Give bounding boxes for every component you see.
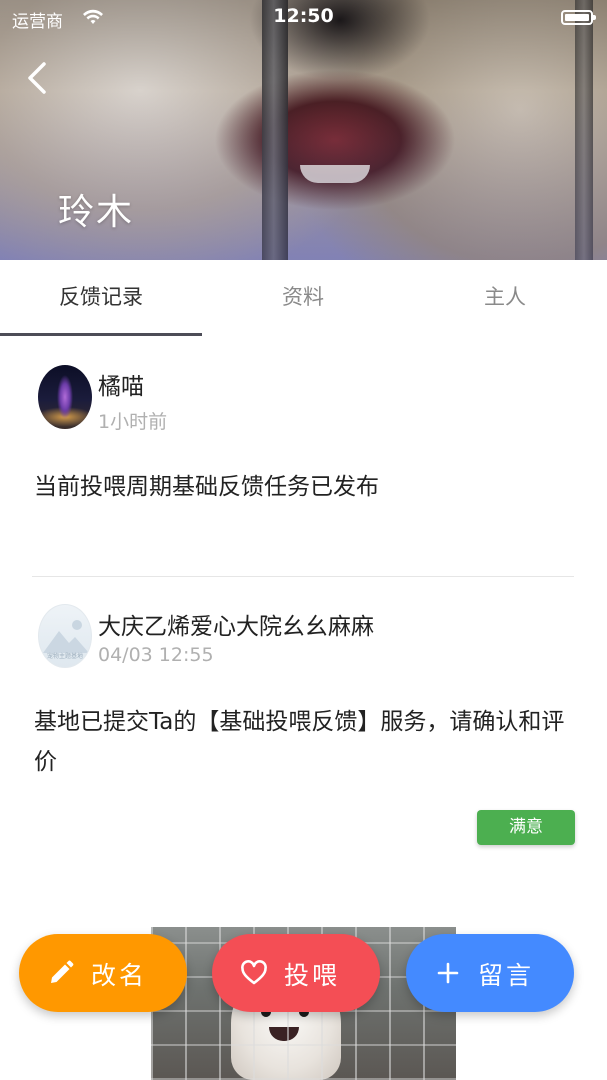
tab-owner[interactable]: 主人 bbox=[404, 260, 606, 337]
rating-badge[interactable]: 满意 bbox=[477, 810, 575, 845]
post-content: 当前投喂周期基础反馈任务已发布 bbox=[34, 474, 379, 500]
clock: 12:50 bbox=[273, 5, 334, 27]
heart-icon bbox=[241, 960, 267, 985]
feed-item: 橘喵 1小时前 当前投喂周期基础反馈任务已发布 bbox=[0, 337, 607, 577]
avatar-caption: 宠物主题基地 bbox=[46, 653, 83, 660]
pencil-icon bbox=[51, 960, 74, 983]
post-time: 1小时前 bbox=[98, 411, 168, 433]
tab-indicator bbox=[0, 333, 202, 336]
tab-profile[interactable]: 资料 bbox=[202, 260, 404, 337]
screen: 运营商 12:50 玲木 反馈记录 资料 主人 橘喵 1小时前 当前投喂周期基础… bbox=[0, 0, 607, 1080]
back-button[interactable] bbox=[22, 58, 52, 98]
rename-button[interactable]: 改名 bbox=[19, 934, 187, 1012]
battery-icon bbox=[561, 10, 596, 25]
chevron-left-icon bbox=[28, 62, 46, 94]
plus-icon bbox=[437, 962, 459, 984]
avatar[interactable]: 宠物主题基地 bbox=[38, 604, 92, 668]
feed-button[interactable]: 投喂 bbox=[212, 934, 380, 1012]
post-content: 基地已提交Ta的【基础投喂反馈】服务，请确认和评价 bbox=[34, 709, 565, 775]
feed-label: 投喂 bbox=[284, 961, 341, 990]
pet-name: 玲木 bbox=[58, 192, 135, 233]
tab-feedback-records[interactable]: 反馈记录 bbox=[0, 260, 202, 337]
author-name[interactable]: 大庆乙烯爱心大院幺幺麻麻 bbox=[98, 607, 374, 641]
avatar[interactable] bbox=[38, 365, 92, 429]
post-time: 04/03 12:55 bbox=[98, 644, 214, 666]
tab-bar: 反馈记录 资料 主人 bbox=[0, 260, 607, 337]
feed-item: 宠物主题基地 大庆乙烯爱心大院幺幺麻麻 04/03 12:55 基地已提交Ta的… bbox=[0, 577, 607, 877]
status-bar: 运营商 12:50 bbox=[0, 0, 607, 36]
rename-label: 改名 bbox=[91, 961, 148, 990]
message-button[interactable]: 留言 bbox=[406, 934, 574, 1012]
message-label: 留言 bbox=[478, 961, 535, 990]
author-name[interactable]: 橘喵 bbox=[98, 367, 144, 401]
